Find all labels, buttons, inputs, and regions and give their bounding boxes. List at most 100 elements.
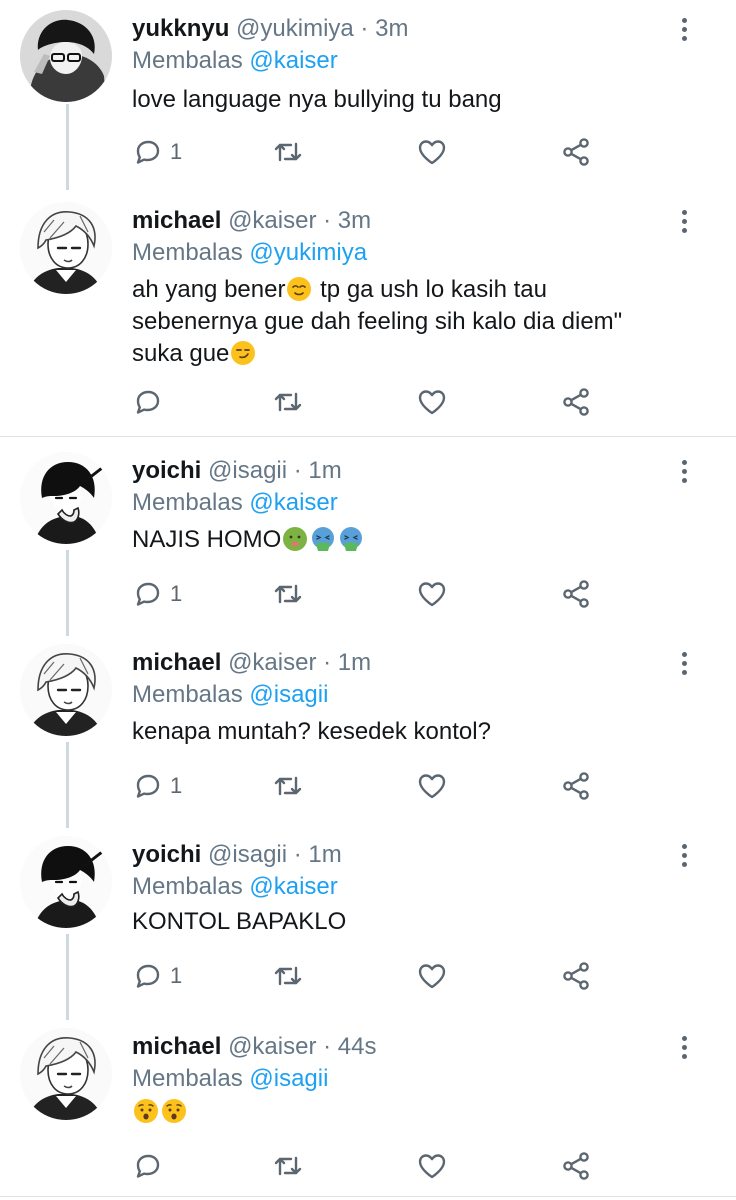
share-button[interactable] — [560, 382, 592, 422]
comment-icon — [132, 1150, 164, 1182]
user-handle[interactable]: @yukimiya — [236, 15, 354, 42]
separator-dot: · — [287, 841, 309, 868]
tweet-header: yoichi @isagii · 1m — [132, 456, 342, 486]
tweet-text — [132, 1096, 712, 1128]
reply-button[interactable]: 1 — [132, 956, 182, 996]
retweet-button[interactable] — [272, 574, 304, 614]
display-name[interactable]: michael — [132, 649, 221, 676]
comment-icon — [132, 770, 164, 802]
retweet-icon — [272, 1150, 304, 1182]
tweet-actions: 1 — [132, 574, 602, 614]
tweet[interactable]: michael @kaiser · 1m Membalas @isagii ke… — [0, 638, 736, 828]
more-vertical-icon[interactable] — [672, 210, 696, 240]
retweet-button[interactable] — [272, 766, 304, 806]
reply-count: 1 — [170, 773, 183, 798]
user-handle[interactable]: @kaiser — [228, 207, 316, 234]
timestamp[interactable]: 1m — [308, 457, 341, 484]
reply-prefix: Membalas — [132, 1065, 243, 1092]
reply-count: 1 — [170, 581, 183, 606]
tweet-text: ah yang bener tp ga ush lo kasih tau seb… — [132, 274, 712, 370]
comment-icon — [132, 386, 164, 418]
reply-to-link[interactable]: @isagii — [249, 681, 328, 708]
tweet-actions: 1 — [132, 766, 602, 806]
thread-divider — [0, 436, 736, 437]
retweet-button[interactable] — [272, 956, 304, 996]
display-name[interactable]: yoichi — [132, 841, 201, 868]
share-icon — [560, 960, 592, 992]
retweet-icon — [272, 386, 304, 418]
tweet[interactable]: michael @kaiser · 44s Membalas @isagii — [0, 1022, 736, 1196]
tweet[interactable]: yukknyu @yukimiya · 3m Membalas @kaiser … — [0, 4, 736, 194]
reply-to-link[interactable]: @kaiser — [249, 489, 337, 516]
reply-to-link[interactable]: @isagii — [249, 1065, 328, 1092]
more-vertical-icon[interactable] — [672, 1036, 696, 1066]
timestamp[interactable]: 1m — [308, 841, 341, 868]
share-button[interactable] — [560, 132, 592, 172]
share-icon — [560, 770, 592, 802]
like-button[interactable] — [416, 956, 448, 996]
display-name[interactable]: yukknyu — [132, 15, 229, 42]
reply-to-link[interactable]: @yukimiya — [249, 239, 367, 266]
retweet-button[interactable] — [272, 1146, 304, 1186]
retweet-icon — [272, 578, 304, 610]
separator-dot: · — [316, 207, 338, 234]
more-vertical-icon[interactable] — [672, 18, 696, 48]
nauseated-face-emoji — [282, 526, 308, 552]
reply-button[interactable] — [132, 1146, 170, 1186]
reply-prefix: Membalas — [132, 239, 243, 266]
reply-context: Membalas @isagii — [132, 680, 328, 710]
timestamp[interactable]: 1m — [338, 649, 371, 676]
like-button[interactable] — [416, 766, 448, 806]
share-icon — [560, 1150, 592, 1182]
user-handle[interactable]: @kaiser — [228, 649, 316, 676]
retweet-button[interactable] — [272, 382, 304, 422]
timestamp[interactable]: 3m — [375, 15, 408, 42]
more-vertical-icon[interactable] — [672, 844, 696, 874]
share-button[interactable] — [560, 956, 592, 996]
reply-to-link[interactable]: @kaiser — [249, 873, 337, 900]
reply-context: Membalas @yukimiya — [132, 238, 367, 268]
avatar[interactable] — [20, 644, 112, 736]
retweet-button[interactable] — [272, 132, 304, 172]
avatar[interactable] — [20, 452, 112, 544]
separator-dot: · — [287, 457, 309, 484]
like-button[interactable] — [416, 1146, 448, 1186]
reply-button[interactable]: 1 — [132, 766, 182, 806]
like-button[interactable] — [416, 382, 448, 422]
more-vertical-icon[interactable] — [672, 652, 696, 682]
avatar[interactable] — [20, 1028, 112, 1120]
reply-to-link[interactable]: @kaiser — [249, 47, 337, 74]
heart-icon — [416, 960, 448, 992]
timestamp[interactable]: 44s — [338, 1033, 377, 1060]
like-button[interactable] — [416, 132, 448, 172]
more-vertical-icon[interactable] — [672, 460, 696, 490]
user-handle[interactable]: @isagii — [208, 841, 287, 868]
reply-button[interactable]: 1 — [132, 132, 182, 172]
share-button[interactable] — [560, 574, 592, 614]
like-button[interactable] — [416, 574, 448, 614]
user-handle[interactable]: @kaiser — [228, 1033, 316, 1060]
avatar[interactable] — [20, 10, 112, 102]
reply-button[interactable]: 1 — [132, 574, 182, 614]
avatar[interactable] — [20, 202, 112, 294]
avatar[interactable] — [20, 836, 112, 928]
user-handle[interactable]: @isagii — [208, 457, 287, 484]
share-button[interactable] — [560, 766, 592, 806]
timestamp[interactable]: 3m — [338, 207, 371, 234]
share-button[interactable] — [560, 1146, 592, 1186]
tweet[interactable]: yoichi @isagii · 1m Membalas @kaiser NAJ… — [0, 446, 736, 636]
vomiting-face-emoji — [310, 526, 336, 552]
tweet-text: love language nya bullying tu bang — [132, 86, 502, 113]
text-segment: NAJIS HOMO — [132, 526, 282, 553]
display-name[interactable]: michael — [132, 1033, 221, 1060]
display-name[interactable]: michael — [132, 207, 221, 234]
tweet[interactable]: yoichi @isagii · 1m Membalas @kaiser KON… — [0, 830, 736, 1020]
retweet-icon — [272, 770, 304, 802]
display-name[interactable]: yoichi — [132, 457, 201, 484]
share-icon — [560, 386, 592, 418]
reply-prefix: Membalas — [132, 489, 243, 516]
reply-prefix: Membalas — [132, 681, 243, 708]
tweet[interactable]: michael @kaiser · 3m Membalas @yukimiya … — [0, 196, 736, 436]
tweet-header: michael @kaiser · 3m — [132, 206, 371, 236]
reply-button[interactable] — [132, 382, 170, 422]
